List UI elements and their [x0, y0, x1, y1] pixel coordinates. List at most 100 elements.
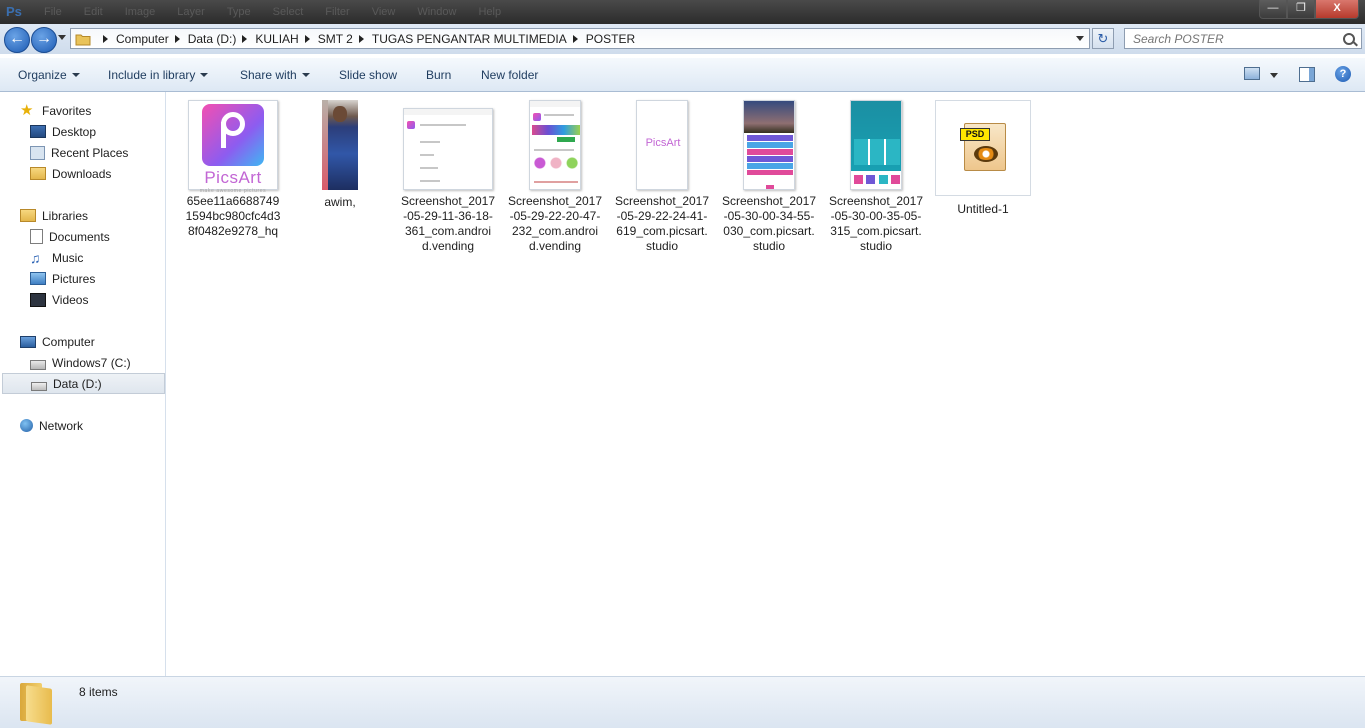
breadcrumb-tugas[interactable]: TUGAS PENGANTAR MULTIMEDIA — [372, 32, 586, 46]
windows-drive-icon — [30, 359, 46, 370]
burn-button[interactable]: Burn — [426, 68, 451, 82]
breadcrumb-data-d[interactable]: Data (D:) — [188, 32, 256, 46]
file-item[interactable]: PicsArt Screenshot_2017-05-29-22-24-41-6… — [612, 100, 712, 254]
slide-show-button[interactable]: Slide show — [339, 68, 397, 82]
photoshop-app-icon: Ps — [6, 4, 22, 19]
change-view-icon[interactable] — [1244, 67, 1260, 80]
file-name: Screenshot_2017-05-30-00-35-05-315_com.p… — [828, 194, 924, 253]
breadcrumb-computer[interactable]: Computer — [116, 32, 188, 46]
navigation-pane: ★ Favorites Desktop Recent Places Downloa… — [0, 92, 166, 676]
back-button[interactable]: ← — [4, 27, 30, 53]
recent-pages-dropdown[interactable] — [58, 35, 66, 40]
preview-pane-icon[interactable] — [1299, 67, 1315, 82]
ghost-menu-item: Window — [417, 6, 457, 18]
new-folder-button[interactable]: New folder — [481, 68, 538, 82]
nav-computer[interactable]: Computer — [20, 331, 95, 352]
include-in-library-button[interactable]: Include in library — [108, 68, 209, 82]
chevron-down-icon — [301, 73, 310, 77]
nav-downloads[interactable]: Downloads — [30, 163, 111, 184]
ghost-menu-item: View — [371, 6, 396, 18]
screenshot-thumbnail — [850, 100, 902, 190]
file-item[interactable]: PSD Untitled-1 — [933, 100, 1033, 217]
screenshot-thumbnail: PicsArt — [636, 100, 688, 190]
address-row: ← → Computer Data (D:) KULIAH SMT 2 TUGA… — [0, 24, 1365, 54]
desktop-icon — [30, 125, 46, 138]
picsart-app-icon — [202, 104, 264, 166]
file-name: Screenshot_2017-05-29-22-20-47-232_com.a… — [507, 194, 603, 253]
nav-recent-places[interactable]: Recent Places — [30, 142, 128, 163]
file-name: 65ee11a66887491594bc980cfc4d38f0482e9278… — [185, 194, 281, 238]
hard-drive-icon — [31, 381, 47, 391]
file-name: Untitled-1 — [957, 202, 1009, 216]
nav-windows7-drive[interactable]: Windows7 (C:) — [30, 352, 131, 373]
screenshot-thumbnail — [743, 100, 795, 190]
folder-icon — [20, 683, 54, 725]
nav-documents[interactable]: Documents — [30, 226, 110, 247]
nav-libraries[interactable]: Libraries — [20, 205, 88, 226]
organize-button[interactable]: Organize — [18, 68, 80, 82]
search-icon[interactable] — [1343, 33, 1355, 45]
nav-desktop[interactable]: Desktop — [30, 121, 96, 142]
chevron-down-icon — [200, 73, 209, 77]
chevron-down-icon — [71, 73, 80, 77]
ghost-menu-item: Select — [272, 6, 304, 18]
file-item[interactable]: Screenshot_2017-05-29-22-20-47-232_com.a… — [505, 100, 605, 254]
file-item[interactable]: Screenshot_2017-05-29-11-36-18-361_com.a… — [398, 100, 498, 254]
photoshop-eye-icon — [974, 146, 998, 162]
minimize-button[interactable]: — — [1259, 0, 1287, 19]
ghost-menu-item: Image — [124, 6, 156, 18]
ghost-menu-item: File — [44, 6, 62, 18]
file-item[interactable]: Screenshot_2017-05-30-00-35-05-315_com.p… — [826, 100, 926, 254]
file-name: Screenshot_2017-05-30-00-34-55-030_com.p… — [721, 194, 817, 253]
nav-data-drive[interactable]: Data (D:) — [2, 373, 165, 394]
libraries-icon — [20, 209, 36, 222]
screenshot-thumbnail — [529, 100, 581, 190]
psd-file-thumbnail: PSD — [935, 100, 1031, 196]
picsart-splash-logo: PicsArt — [645, 137, 681, 149]
file-item[interactable]: Screenshot_2017-05-30-00-34-55-030_com.p… — [719, 100, 819, 254]
help-icon[interactable]: ? — [1335, 66, 1351, 82]
picsart-logo-thumbnail: PicsArt make awesome pictures — [188, 100, 278, 194]
ghost-menu-item: Type — [226, 6, 251, 18]
picsart-tagline: make awesome pictures — [199, 188, 267, 194]
recent-places-icon — [30, 145, 45, 160]
details-pane: 8 items — [0, 676, 1365, 728]
psd-badge: PSD — [960, 128, 990, 141]
nav-favorites[interactable]: ★ Favorites — [20, 100, 91, 121]
breadcrumb-separator[interactable] — [97, 34, 116, 43]
file-item[interactable]: awim, — [290, 100, 390, 210]
star-icon: ★ — [20, 101, 34, 119]
background-app-menu: File Edit Image Layer Type Select Filter… — [44, 6, 501, 18]
nav-pictures[interactable]: Pictures — [30, 268, 95, 289]
nav-videos[interactable]: Videos — [30, 289, 88, 310]
forward-button[interactable]: → — [31, 27, 57, 53]
ghost-menu-item: Filter — [325, 6, 350, 18]
music-note-icon: ♫ — [30, 249, 41, 266]
pictures-icon — [30, 272, 46, 285]
breadcrumb-smt-2[interactable]: SMT 2 — [318, 32, 372, 46]
share-with-button[interactable]: Share with — [240, 68, 310, 82]
file-name: Screenshot_2017-05-29-11-36-18-361_com.a… — [400, 194, 496, 253]
view-options-dropdown[interactable] — [1270, 73, 1278, 78]
file-name: awim, — [324, 195, 356, 209]
file-name: Screenshot_2017-05-29-22-24-41-619_com.p… — [614, 194, 710, 253]
documents-icon — [30, 229, 43, 244]
maximize-button[interactable]: ❐ — [1287, 0, 1315, 19]
address-bar[interactable]: Computer Data (D:) KULIAH SMT 2 TUGAS PE… — [70, 28, 1090, 49]
window-controls: — ❐ X — [1259, 0, 1359, 19]
close-button[interactable]: X — [1315, 0, 1359, 19]
screenshot-thumbnail — [403, 108, 493, 190]
film-strip-icon — [30, 292, 46, 307]
nav-music[interactable]: ♫ Music — [30, 247, 83, 268]
breadcrumb-kuliah[interactable]: KULIAH — [255, 32, 317, 46]
network-globe-icon — [20, 419, 33, 432]
search-box[interactable] — [1124, 28, 1362, 49]
breadcrumb-poster[interactable]: POSTER — [586, 32, 635, 46]
address-history-dropdown[interactable] — [1076, 36, 1084, 41]
search-input[interactable] — [1131, 30, 1345, 47]
refresh-button[interactable]: ↻ — [1092, 28, 1114, 49]
nav-network[interactable]: Network — [20, 415, 83, 436]
file-item[interactable]: PicsArt make awesome pictures 65ee11a668… — [183, 100, 283, 239]
ghost-menu-item: Edit — [83, 6, 103, 18]
ghost-menu-item: Help — [478, 6, 502, 18]
